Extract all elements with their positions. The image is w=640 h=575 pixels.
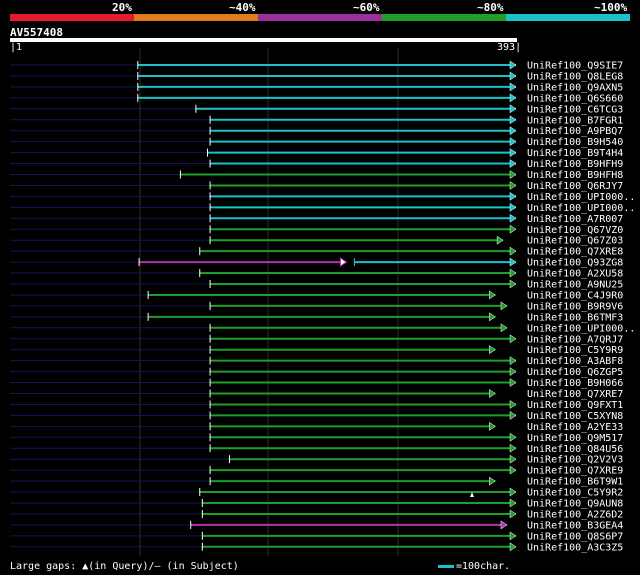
hit-end-arrow (509, 71, 517, 81)
hit-label: UniRef100_A7QRJ7 (527, 334, 623, 345)
hit-end-arrow (509, 82, 517, 92)
hit-end-arrow (489, 421, 496, 431)
scale-legend: =100char. (438, 561, 510, 572)
hit-label: UniRef100_A7R007 (527, 214, 623, 225)
hit-end-arrow (509, 104, 517, 114)
hit-end-arrow (509, 367, 517, 377)
hit-end-arrow (509, 159, 517, 169)
hit-end-arrow (509, 498, 517, 508)
hit-label: UniRef100_Q6RJY7 (527, 181, 623, 192)
hit-label: UniRef100_UPI000.. (527, 203, 635, 214)
hit-end-arrow (500, 301, 508, 311)
hit-label: UniRef100_Q9FXT1 (527, 400, 623, 411)
hit-end-arrow (509, 213, 517, 223)
hit-label: UniRef100_Q8S6P7 (527, 531, 623, 542)
hit-label: UniRef100_A3C3Z5 (527, 542, 623, 553)
hit-end-arrow (500, 323, 508, 333)
hit-end-arrow (509, 465, 517, 475)
hit-label: UniRef100_Q7XRE7 (527, 389, 623, 400)
scale-label: =100char. (456, 561, 511, 572)
hit-label: UniRef100_Q9SIE7 (527, 61, 623, 72)
hit-label: UniRef100_UPI000.. (527, 323, 635, 334)
hit-label: UniRef100_Q2V2V3 (527, 455, 623, 466)
hit-label: UniRef100_B6TMF3 (527, 312, 623, 323)
hit-label: UniRef100_B9H066 (527, 378, 623, 389)
hit-label: UniRef100_Q8LEG8 (527, 71, 623, 82)
hit-end-arrow (489, 476, 496, 486)
hit-end-arrow (509, 180, 517, 190)
hit-label: UniRef100_Q93ZG8 (527, 258, 623, 269)
hit-label: UniRef100_A2Z6D2 (527, 509, 623, 520)
hit-label: UniRef100_C4J9R0 (527, 290, 623, 301)
hit-label: UniRef100_C6TCG3 (527, 104, 623, 115)
hit-label: UniRef100_Q9AXN5 (527, 82, 623, 93)
hit-label: UniRef100_Q67Z03 (527, 236, 623, 247)
hit-end-arrow (509, 268, 517, 278)
hit-gap-arrow (339, 257, 348, 268)
hit-label: UniRef100_A2XU58 (527, 269, 623, 280)
hit-label: UniRef100_B3GEA4 (527, 520, 623, 531)
hit-label: UniRef100_Q7XRE8 (527, 247, 623, 258)
hit-end-arrow (509, 334, 517, 344)
hit-label: UniRef100_Q67VZ0 (527, 225, 623, 236)
hit-end-arrow (509, 115, 517, 125)
hit-label: UniRef100_B9R9V6 (527, 301, 623, 312)
hit-end-arrow (509, 487, 517, 497)
hit-end-arrow (509, 531, 517, 541)
hit-end-arrow (509, 202, 517, 212)
hit-end-arrow (509, 399, 517, 409)
hit-label: UniRef100_A3ABF8 (527, 356, 623, 367)
hit-label: UniRef100_B9T4H4 (527, 148, 623, 159)
hit-label: UniRef100_UPI000.. (527, 192, 635, 203)
hit-end-arrow (489, 312, 496, 322)
hit-label: UniRef100_A9NU25 (527, 280, 623, 291)
hit-end-arrow (509, 356, 517, 366)
hit-label: UniRef100_B9HFH9 (527, 159, 623, 170)
hit-label: UniRef100_Q7XRE9 (527, 466, 623, 477)
scale-bar (438, 564, 454, 568)
hit-end-arrow (509, 170, 517, 179)
hit-label: UniRef100_Q9M517 (527, 433, 623, 444)
hit-end-arrow (509, 454, 517, 464)
hit-label: UniRef100_B7FGR1 (527, 115, 623, 126)
hit-end-arrow (509, 148, 517, 158)
hit-end-arrow (509, 126, 517, 136)
hit-label: UniRef100_C5Y9R2 (527, 488, 623, 499)
hit-end-arrow (509, 137, 517, 147)
hit-label: UniRef100_Q9AUN8 (527, 499, 623, 510)
hit-end-arrow (509, 224, 517, 234)
hit-end-arrow (509, 257, 517, 267)
gaps-legend: Large gaps: ▲(in Query)/– (in Subject) (10, 561, 239, 572)
hit-end-arrow (496, 235, 504, 245)
hits-alignment-plot: UniRef100_Q9SIE7UniRef100_Q8LEG8UniRef10… (10, 48, 635, 556)
hit-label: UniRef100_B9HFH8 (527, 170, 623, 181)
hit-end-arrow (509, 410, 517, 420)
hit-end-arrow (509, 246, 517, 256)
hit-end-arrow (509, 60, 517, 70)
hit-label: UniRef100_B9H540 (527, 137, 623, 148)
hit-end-arrow (509, 432, 517, 442)
hit-end-arrow (489, 389, 496, 398)
hit-end-arrow (509, 93, 517, 103)
hit-label: UniRef100_C5Y9R9 (527, 345, 623, 356)
hit-label: UniRef100_C5XYN8 (527, 411, 623, 422)
hit-end-arrow (509, 509, 517, 519)
hit-label: UniRef100_B6T9W1 (527, 477, 623, 488)
hit-label: UniRef100_A9PBQ7 (527, 126, 623, 137)
hit-label: UniRef100_Q6S660 (527, 93, 623, 104)
hit-end-arrow (489, 290, 496, 300)
hit-end-arrow (509, 279, 517, 289)
hit-end-arrow (509, 378, 517, 388)
hit-end-arrow (509, 443, 517, 453)
hit-label: UniRef100_Q84U56 (527, 444, 623, 455)
hit-label: UniRef100_Q6ZGP5 (527, 367, 623, 378)
hit-end-arrow (509, 542, 517, 552)
hit-end-arrow (500, 520, 508, 530)
hit-end-arrow (509, 191, 517, 201)
hit-label: UniRef100_A2YE33 (527, 422, 623, 433)
hit-end-arrow (489, 345, 496, 355)
